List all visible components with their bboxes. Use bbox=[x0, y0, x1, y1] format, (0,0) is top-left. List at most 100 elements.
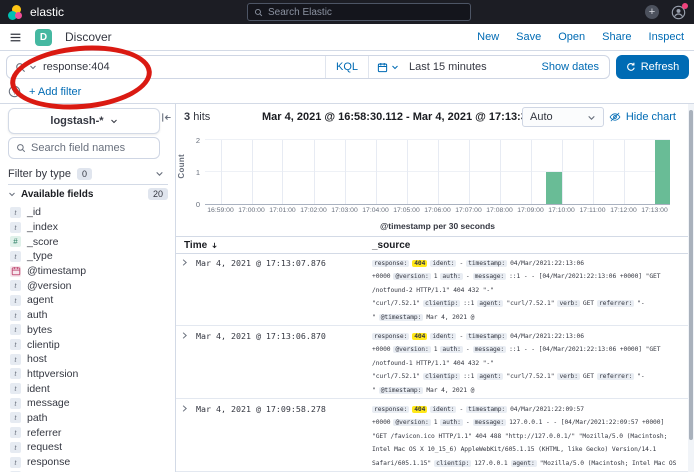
highlighted-value: 404 bbox=[412, 333, 427, 340]
nav-action-save[interactable]: Save bbox=[516, 31, 541, 43]
field-name: _index bbox=[27, 221, 58, 233]
field-name: httpversion bbox=[27, 368, 78, 380]
source-field-name: ident: bbox=[430, 333, 456, 340]
column-header-time[interactable]: Time bbox=[184, 240, 372, 251]
source-field-name: clientip: bbox=[423, 300, 460, 307]
global-search-input[interactable]: Search Elastic bbox=[247, 3, 471, 21]
time-range-label[interactable]: Last 15 minutes bbox=[409, 61, 542, 73]
nav-action-share[interactable]: Share bbox=[602, 31, 631, 43]
source-field-value: - bbox=[466, 419, 470, 426]
collapse-sidebar-icon[interactable] bbox=[161, 112, 172, 123]
scrollbar-thumb[interactable] bbox=[689, 110, 693, 440]
row-time: Mar 4, 2021 @ 17:09:58.278 bbox=[196, 399, 372, 471]
x-tick-label: 17:04:00 bbox=[362, 207, 388, 214]
query-language-button[interactable]: KQL bbox=[325, 56, 368, 78]
field-item-auth[interactable]: tauth bbox=[0, 308, 175, 323]
source-field-name: verb: bbox=[557, 300, 579, 307]
source-field-value: ::1 bbox=[463, 373, 474, 380]
field-item-bytes[interactable]: tbytes bbox=[0, 323, 175, 338]
source-field-name: @version: bbox=[393, 419, 430, 426]
field-item-httpversion[interactable]: thttpversion bbox=[0, 367, 175, 382]
chart-time-range: Mar 4, 2021 @ 16:58:30.112 - Mar 4, 2021… bbox=[262, 111, 554, 123]
query-input[interactable]: response:404 KQL Last 15 minutes Show da… bbox=[6, 55, 610, 79]
show-dates-button[interactable]: Show dates bbox=[542, 61, 599, 73]
saved-query-menu[interactable] bbox=[7, 62, 43, 73]
index-pattern-select[interactable]: logstash-* bbox=[8, 108, 160, 134]
field-item-referrer[interactable]: treferrer bbox=[0, 425, 175, 440]
field-search-input[interactable]: Search field names bbox=[8, 137, 160, 159]
plus-circle-icon[interactable]: + bbox=[645, 5, 659, 19]
menu-icon[interactable] bbox=[9, 31, 22, 44]
available-fields-header[interactable]: Available fields 20 bbox=[8, 188, 168, 200]
y-tick-label: 1 bbox=[182, 168, 200, 177]
notification-dot bbox=[682, 3, 688, 9]
row-time: Mar 4, 2021 @ 17:13:07.876 bbox=[196, 253, 372, 325]
histogram-bar[interactable] bbox=[546, 172, 562, 204]
field-name: _score bbox=[27, 236, 59, 248]
field-item-host[interactable]: thost bbox=[0, 352, 175, 367]
global-header: elastic Search Elastic + bbox=[0, 0, 694, 24]
query-text[interactable]: response:404 bbox=[43, 61, 325, 73]
nav-action-open[interactable]: Open bbox=[558, 31, 585, 43]
source-field-name: message: bbox=[473, 273, 507, 280]
source-field-name: referrer: bbox=[597, 373, 634, 380]
date-quick-select[interactable] bbox=[369, 62, 403, 73]
gridline bbox=[407, 140, 408, 204]
field-item-clientip[interactable]: tclientip bbox=[0, 337, 175, 352]
y-tick-label: 0 bbox=[182, 200, 200, 209]
gridline bbox=[221, 140, 222, 204]
text-field-icon: t bbox=[10, 427, 21, 438]
filter-bar: + Add filter bbox=[8, 85, 81, 98]
avatar[interactable] bbox=[671, 5, 686, 20]
elastic-logo-icon[interactable] bbox=[8, 5, 23, 20]
refresh-label: Refresh bbox=[641, 61, 680, 73]
row-source: response:404ident:-timestamp:04/Mar/2021… bbox=[372, 326, 688, 398]
filter-by-type[interactable]: Filter by type 0 bbox=[8, 163, 168, 185]
field-item-_index[interactable]: t_index bbox=[0, 220, 175, 235]
text-field-icon: t bbox=[10, 383, 21, 394]
field-item-response[interactable]: tresponse bbox=[0, 455, 175, 470]
field-name: @version bbox=[27, 280, 72, 292]
field-item-agent[interactable]: tagent bbox=[0, 293, 175, 308]
hide-chart-button[interactable]: Hide chart bbox=[609, 111, 676, 123]
field-item-@timestamp[interactable]: @timestamp bbox=[0, 264, 175, 279]
expand-row-icon[interactable] bbox=[176, 253, 196, 325]
gridline bbox=[469, 140, 470, 204]
nav-action-new[interactable]: New bbox=[477, 31, 499, 43]
field-item-request[interactable]: trequest bbox=[0, 440, 175, 455]
calendar-icon bbox=[377, 62, 388, 73]
field-item-_id[interactable]: t_id bbox=[0, 205, 175, 220]
expand-row-icon[interactable] bbox=[176, 399, 196, 471]
field-name: auth bbox=[27, 309, 47, 321]
field-search-placeholder: Search field names bbox=[31, 142, 125, 154]
page-title: Discover bbox=[65, 30, 112, 44]
field-item-message[interactable]: tmessage bbox=[0, 396, 175, 411]
nav-action-inspect[interactable]: Inspect bbox=[649, 31, 684, 43]
x-tick-label: 17:08:00 bbox=[486, 207, 512, 214]
text-field-icon: t bbox=[10, 310, 21, 321]
x-tick-label: 17:13:00 bbox=[641, 207, 667, 214]
chevron-down-icon bbox=[8, 190, 16, 198]
field-item-ident[interactable]: tident bbox=[0, 381, 175, 396]
expand-row-icon[interactable] bbox=[176, 326, 196, 398]
filter-count-badge: 0 bbox=[77, 168, 92, 180]
field-name: bytes bbox=[27, 324, 52, 336]
available-fields-count: 20 bbox=[148, 188, 168, 200]
field-name: message bbox=[27, 397, 70, 409]
text-field-icon: t bbox=[10, 251, 21, 262]
x-tick-label: 17:06:00 bbox=[424, 207, 450, 214]
source-field-value: - bbox=[466, 273, 470, 280]
filter-icon[interactable] bbox=[8, 85, 21, 98]
histogram-bar[interactable] bbox=[655, 140, 671, 204]
field-name: agent bbox=[27, 294, 53, 306]
field-item-_score[interactable]: #_score bbox=[0, 234, 175, 249]
add-filter-button[interactable]: + Add filter bbox=[29, 86, 81, 98]
table-header: Time _source bbox=[176, 236, 688, 254]
refresh-button[interactable]: Refresh bbox=[616, 55, 689, 79]
field-item-path[interactable]: tpath bbox=[0, 411, 175, 426]
interval-select[interactable]: Auto bbox=[522, 107, 604, 127]
field-item-@version[interactable]: t@version bbox=[0, 278, 175, 293]
scrollbar[interactable] bbox=[688, 104, 694, 472]
discover-app-icon[interactable]: D bbox=[35, 29, 52, 46]
field-item-_type[interactable]: t_type bbox=[0, 249, 175, 264]
